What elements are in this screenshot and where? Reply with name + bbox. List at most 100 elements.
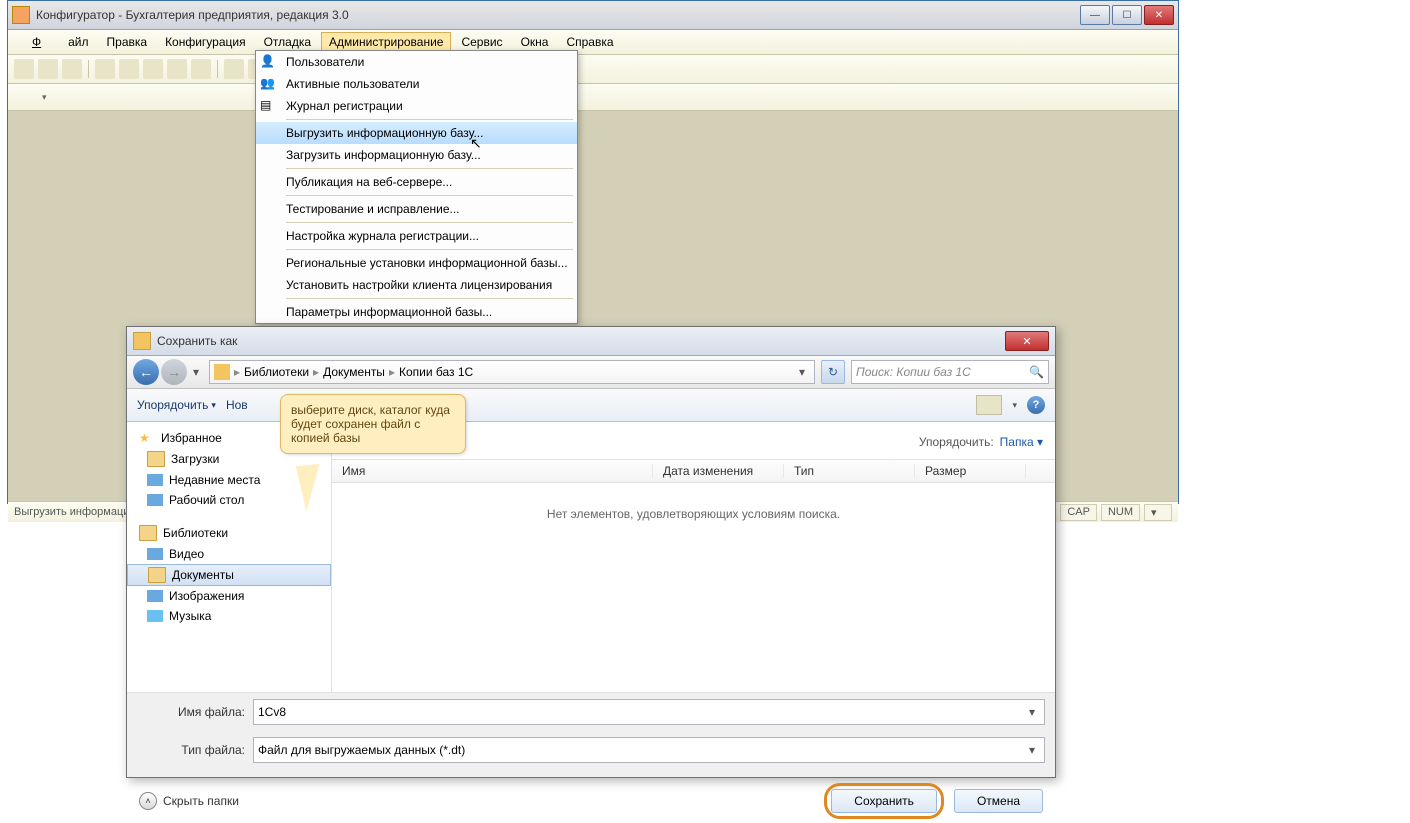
status-hint: Выгрузить информаци <box>14 506 129 518</box>
menu-help[interactable]: Справка <box>558 32 621 52</box>
menu-users[interactable]: 👤Пользователи <box>256 51 577 73</box>
filename-label: Имя файла: <box>137 705 253 719</box>
toolbar-main <box>8 55 1178 84</box>
menu-load-db[interactable]: Загрузить информационную базу... <box>256 144 577 166</box>
help-button[interactable]: ? <box>1027 396 1045 414</box>
command-row: Упорядочить ▾ Нов ▾ ? <box>127 389 1055 422</box>
menu-admin[interactable]: Администрирование <box>321 32 451 52</box>
menu-log-setup[interactable]: Настройка журнала регистрации... <box>256 225 577 247</box>
dialog-close-button[interactable]: ✕ <box>1005 331 1049 351</box>
bc-docs[interactable]: Документы <box>323 365 385 379</box>
star-icon: ★ <box>139 431 155 445</box>
save-icon[interactable] <box>62 59 82 79</box>
menu-dump-db[interactable]: Выгрузить информационную базу... <box>256 122 577 144</box>
column-headers: Имя Дата изменения Тип Размер <box>332 459 1055 483</box>
search-input[interactable]: Поиск: Копии баз 1С 🔍 <box>851 360 1049 384</box>
print-icon[interactable] <box>167 59 187 79</box>
toolbar-secondary: ▾ <box>8 84 1178 111</box>
organize-button[interactable]: Упорядочить ▾ <box>137 398 216 412</box>
status-extra: ▾ <box>1144 504 1172 521</box>
admin-dropdown: 👤Пользователи 👥Активные пользователи ▤Жу… <box>255 50 578 324</box>
empty-message: Нет элементов, удовлетворяющих условиям … <box>332 483 1055 545</box>
sidebar-documents[interactable]: Документы <box>127 564 331 586</box>
new-folder-button[interactable]: Нов <box>226 398 248 412</box>
refresh-button[interactable]: ↻ <box>821 360 845 384</box>
col-name[interactable]: Имя <box>332 464 653 478</box>
log-icon: ▤ <box>260 98 280 114</box>
sidebar-music[interactable]: Музыка <box>127 606 331 626</box>
bc-lib[interactable]: Библиотеки <box>244 365 309 379</box>
col-size[interactable]: Размер <box>915 464 1026 478</box>
breadcrumb[interactable]: ▸ Библиотеки ▸ Документы ▸ Копии баз 1С … <box>209 360 815 384</box>
back-button[interactable]: ← <box>133 359 159 385</box>
menu-edit[interactable]: Правка <box>99 32 156 52</box>
maximize-button[interactable]: ☐ <box>1112 5 1142 25</box>
folder-icon <box>214 364 230 380</box>
folder-icon <box>147 451 165 467</box>
col-date[interactable]: Дата изменения <box>653 464 784 478</box>
menu-service[interactable]: Сервис <box>453 32 510 52</box>
nav-history-dropdown[interactable]: ▾ <box>189 360 203 384</box>
hide-folders-button[interactable]: ˄ Скрыть папки <box>139 792 239 810</box>
col-type[interactable]: Тип <box>784 464 915 478</box>
folder-sidebar: ★Избранное Загрузки Недавние места Рабоч… <box>127 422 332 692</box>
filetype-label: Тип файла: <box>137 743 253 757</box>
titlebar: Конфигуратор - Бухгалтерия предприятия, … <box>8 1 1178 30</box>
save-button[interactable]: Сохранить <box>831 789 937 813</box>
save-highlight: Сохранить <box>824 783 944 819</box>
images-icon <box>147 590 163 602</box>
search-icon: 🔍 <box>1029 365 1044 379</box>
filetype-select[interactable]: Файл для выгружаемых данных (*.dt)▾ <box>253 737 1045 763</box>
forward-button[interactable]: → <box>161 359 187 385</box>
annotation-callout: выберите диск, каталог куда будет сохран… <box>280 394 466 454</box>
window-title: Конфигуратор - Бухгалтерия предприятия, … <box>36 8 349 22</box>
callout-tail <box>296 464 325 512</box>
user-icon: 👤 <box>260 54 280 70</box>
menu-license[interactable]: Установить настройки клиента лицензирова… <box>256 274 577 296</box>
save-as-dialog: Сохранить как ✕ ← → ▾ ▸ Библиотеки ▸ Док… <box>126 326 1056 778</box>
new-icon[interactable] <box>14 59 34 79</box>
sort-dropdown[interactable]: Папка ▾ <box>1000 435 1043 449</box>
dialog-icon <box>133 332 151 350</box>
users-icon: 👥 <box>260 76 280 92</box>
recent-icon <box>147 474 163 486</box>
sort-label: Упорядочить: <box>919 435 994 449</box>
music-icon <box>147 610 163 622</box>
file-list-area: а "Документы" Упорядочить: Папка ▾ Имя Д… <box>332 422 1055 692</box>
menu-web-pub[interactable]: Публикация на веб-сервере... <box>256 171 577 193</box>
menu-params[interactable]: Параметры информационной базы... <box>256 301 577 323</box>
menu-active-users[interactable]: 👥Активные пользователи <box>256 73 577 95</box>
menubar: Файл Правка Конфигурация Отладка Админис… <box>8 30 1178 55</box>
menu-reg-log[interactable]: ▤Журнал регистрации <box>256 95 577 117</box>
menu-regional[interactable]: Региональные установки информационной ба… <box>256 252 577 274</box>
sidebar-video[interactable]: Видео <box>127 544 331 564</box>
dialog-title: Сохранить как <box>157 334 237 348</box>
cut-icon[interactable] <box>95 59 115 79</box>
menu-config[interactable]: Конфигурация <box>157 32 254 52</box>
copy-icon[interactable] <box>119 59 139 79</box>
cancel-button[interactable]: Отмена <box>954 789 1043 813</box>
open-icon[interactable] <box>38 59 58 79</box>
app-icon <box>12 6 30 24</box>
paste-icon[interactable] <box>143 59 163 79</box>
view-mode-button[interactable] <box>976 395 1002 415</box>
bc-dest[interactable]: Копии баз 1С <box>399 365 473 379</box>
status-cap: CAP <box>1060 504 1097 521</box>
library-icon <box>139 525 157 541</box>
sidebar-images[interactable]: Изображения <box>127 586 331 606</box>
menu-file[interactable]: Файл <box>15 32 97 52</box>
dialog-titlebar: Сохранить как ✕ <box>127 327 1055 356</box>
document-icon <box>148 567 166 583</box>
menu-debug[interactable]: Отладка <box>256 32 319 52</box>
status-num: NUM <box>1101 504 1140 521</box>
minimize-button[interactable]: — <box>1080 5 1110 25</box>
video-icon <box>147 548 163 560</box>
close-button[interactable]: ✕ <box>1144 5 1174 25</box>
print-preview-icon[interactable] <box>191 59 211 79</box>
filename-input[interactable]: 1Cv8▾ <box>253 699 1045 725</box>
breadcrumb-dropdown[interactable]: ▾ <box>794 365 810 379</box>
menu-windows[interactable]: Окна <box>513 32 557 52</box>
sidebar-libraries[interactable]: Библиотеки <box>127 522 331 544</box>
menu-test-fix[interactable]: Тестирование и исправление... <box>256 198 577 220</box>
undo-icon[interactable] <box>224 59 244 79</box>
